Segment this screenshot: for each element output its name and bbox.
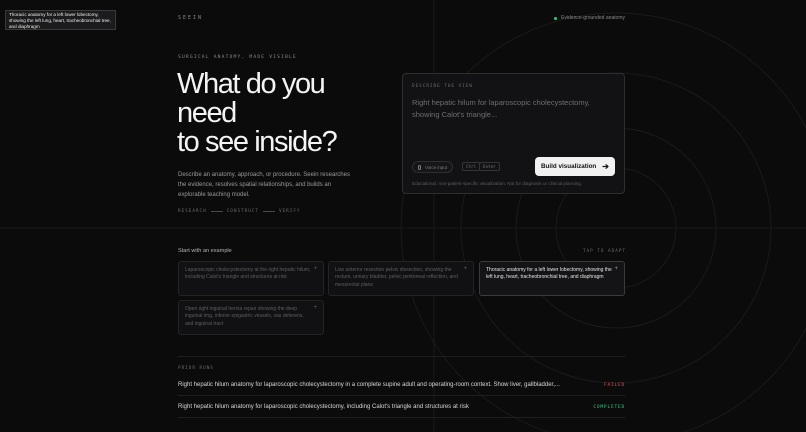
hero-line-1: What do you: [177, 68, 326, 100]
kbd-ctrl: Ctrl: [462, 162, 481, 171]
row-divider: [178, 417, 625, 418]
status-badge-completed: COMPLETED: [593, 404, 625, 410]
brand-logo[interactable]: SEEIN: [178, 15, 203, 21]
plus-icon: +: [313, 305, 317, 311]
disclaimer: Educational, non-patient-specific visual…: [412, 181, 583, 186]
prior-runs-label: PRIOR RUNS: [178, 366, 214, 371]
status-text: Evidence-grounded anatomy: [561, 15, 625, 21]
composer-card: DESCRIBE THE VIEW Voice input Ctrl Enter…: [402, 73, 625, 194]
process-steps: RESEARCH CONSTRUCT VERIFY: [178, 209, 301, 214]
build-visualization-button[interactable]: Build visualization ➔: [535, 157, 615, 176]
example-card-lobectomy[interactable]: Thoracic anatomy for a left lower lobect…: [479, 261, 625, 296]
tooltip: Thoracic anatomy for a left lower lobect…: [5, 10, 116, 30]
composer-label: DESCRIBE THE VIEW: [412, 84, 473, 89]
plus-icon: +: [463, 266, 467, 272]
arrow-right-icon: ➔: [602, 161, 609, 171]
status-badge-failed: FAILED: [603, 382, 625, 388]
background-rings: [0, 0, 806, 432]
step-divider: [263, 211, 275, 212]
hero-eyebrow: SURGICAL ANATOMY, MADE VISIBLE: [178, 55, 297, 60]
example-card-hernia-repair[interactable]: Open right inguinal hernia repair showin…: [178, 300, 324, 335]
step-construct: CONSTRUCT: [226, 209, 259, 214]
voice-input-label: Voice input: [425, 164, 448, 170]
microphone-icon: [418, 164, 421, 170]
example-text: Open right inguinal hernia repair showin…: [185, 306, 304, 327]
hero-title: What do you need to see inside?: [177, 70, 377, 157]
row-divider: [178, 395, 625, 396]
hero-line-2: need: [177, 97, 237, 129]
step-divider: [210, 211, 223, 212]
step-research: RESEARCH: [178, 209, 207, 214]
example-text: Low anterior resection pelvic dissection…: [335, 267, 458, 288]
prior-run-row[interactable]: Right hepatic hilum anatomy for laparosc…: [178, 379, 625, 391]
voice-input-button[interactable]: Voice input: [412, 161, 454, 173]
hero-description: Describe an anatomy, approach, or proced…: [178, 172, 350, 198]
step-verify: VERIFY: [279, 209, 301, 214]
example-card-anterior-resection[interactable]: Low anterior resection pelvic dissection…: [328, 261, 474, 296]
section-divider: [178, 356, 625, 357]
status-dot-icon: [554, 16, 558, 20]
examples-title: Start with an example: [178, 248, 232, 254]
tap-hint: TAP TO ADAPT: [582, 249, 626, 254]
hero-line-3: to see inside?: [177, 126, 338, 158]
kbd-enter: Enter: [479, 162, 500, 171]
prompt-input[interactable]: [412, 97, 617, 147]
prior-run-text: Right hepatic hilum anatomy for laparosc…: [178, 382, 560, 388]
prior-run-text: Right hepatic hilum anatomy for laparosc…: [178, 404, 469, 410]
plus-icon: +: [313, 266, 317, 272]
plus-icon: +: [614, 266, 618, 272]
prior-run-row[interactable]: Right hepatic hilum anatomy for laparosc…: [178, 401, 625, 413]
example-card-cholecystectomy[interactable]: Laparoscopic cholecystectomy at the righ…: [178, 261, 324, 296]
status-indicator: Evidence-grounded anatomy: [554, 15, 625, 21]
example-text: Laparoscopic cholecystectomy at the righ…: [185, 267, 311, 281]
build-visualization-label: Build visualization: [541, 163, 597, 170]
example-text: Thoracic anatomy for a left lower lobect…: [486, 267, 612, 281]
